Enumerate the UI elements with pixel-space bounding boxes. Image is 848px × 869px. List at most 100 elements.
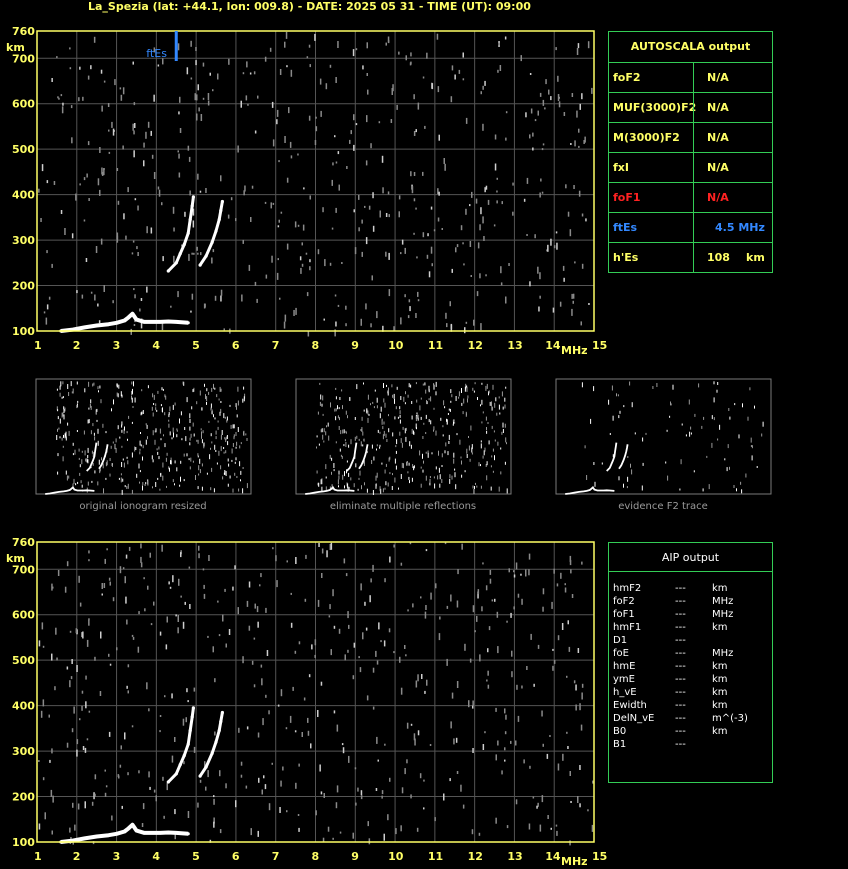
noise-speck xyxy=(106,548,108,551)
thumbnail-speck xyxy=(701,425,703,429)
noise-speck xyxy=(212,646,214,653)
noise-speck xyxy=(338,184,340,191)
noise-speck xyxy=(247,103,249,106)
noise-speck xyxy=(482,85,484,90)
noise-speck xyxy=(202,62,205,67)
noise-speck xyxy=(75,628,78,634)
x-tick-label: 9 xyxy=(351,339,359,352)
noise-speck xyxy=(497,69,499,73)
thumbnail-speck xyxy=(205,394,206,400)
noise-speck xyxy=(528,823,531,830)
thumbnail-speck xyxy=(319,401,321,406)
noise-speck xyxy=(517,593,520,598)
noise-speck xyxy=(528,569,530,576)
thumbnail-speck xyxy=(452,419,454,422)
thumbnail-speck xyxy=(706,455,708,458)
thumbnail-speck xyxy=(435,391,437,396)
trace-point xyxy=(115,832,119,836)
noise-speck xyxy=(41,622,44,630)
thumbnail-speck xyxy=(411,477,413,482)
noise-speck xyxy=(125,235,127,240)
noise-speck xyxy=(284,136,286,143)
thumbnail-speck xyxy=(453,458,455,464)
noise-speck xyxy=(439,616,441,620)
noise-speck xyxy=(384,578,386,583)
noise-speck xyxy=(545,79,547,85)
noise-speck xyxy=(523,198,526,202)
thumbnail-speck xyxy=(239,461,241,467)
thumbnail-speck xyxy=(88,407,90,410)
noise-speck xyxy=(430,206,433,210)
noise-speck xyxy=(571,293,573,299)
noise-speck xyxy=(319,764,321,772)
thumbnail-speck xyxy=(157,451,159,455)
noise-speck xyxy=(465,117,468,124)
noise-speck xyxy=(451,65,454,71)
noise-speck xyxy=(411,186,414,194)
noise-speck xyxy=(500,282,503,286)
noise-speck xyxy=(150,130,152,136)
thumbnail-speck xyxy=(581,382,583,388)
noise-speck xyxy=(511,650,513,657)
thumbnail-speck xyxy=(423,422,425,425)
noise-speck xyxy=(581,93,583,100)
thumbnail-speck xyxy=(72,453,74,456)
thumbnail-speck xyxy=(189,437,191,441)
trace-point xyxy=(188,729,192,733)
thumbnail-speck xyxy=(96,408,98,412)
thumbnail-speck xyxy=(504,423,506,428)
thumbnail-speck xyxy=(487,422,489,424)
thumbnail-speck xyxy=(220,434,222,440)
thumbnail-speck xyxy=(440,417,442,421)
noise-speck xyxy=(211,257,213,264)
noise-speck xyxy=(341,262,343,264)
thumbnail-speck xyxy=(447,451,449,456)
thumbnail-speck xyxy=(750,445,752,447)
thumbnail-speck xyxy=(475,482,476,485)
thumbnail-speck xyxy=(713,397,715,403)
thumbnail-speck xyxy=(231,448,233,454)
noise-speck xyxy=(46,304,49,310)
thumbnail-speck xyxy=(218,450,220,456)
thumbnail-speck xyxy=(226,436,228,440)
aip-key: hmE xyxy=(613,661,636,672)
noise-speck xyxy=(139,308,141,312)
echo-trace xyxy=(198,712,224,777)
noise-speck xyxy=(521,685,523,689)
noise-speck xyxy=(539,92,542,97)
thumbnail-speck xyxy=(713,381,715,385)
thumbnail-speck xyxy=(399,414,401,418)
noise-speck xyxy=(219,770,221,777)
y-tick-label: 400 xyxy=(12,700,35,713)
noise-speck xyxy=(388,628,391,633)
thumbnail-speck xyxy=(214,417,216,420)
thumbnail-speck xyxy=(120,473,122,476)
thumbnail-speck xyxy=(164,412,166,416)
trace-point xyxy=(115,321,119,325)
noise-speck xyxy=(407,609,409,612)
noise-speck xyxy=(70,105,73,109)
thumbnail-speck xyxy=(206,396,208,402)
thumbnail-speck xyxy=(410,384,412,388)
thumbnail-speck xyxy=(171,437,173,440)
trace-point xyxy=(214,740,218,744)
thumbnail-speck xyxy=(492,470,494,473)
thumbnail-speck xyxy=(172,427,174,433)
thumbnail-speck xyxy=(401,462,403,468)
noise-speck xyxy=(562,753,564,761)
thumbnail-speck xyxy=(189,442,191,446)
noise-speck xyxy=(71,137,73,144)
noise-speck xyxy=(186,688,188,693)
noise-speck xyxy=(38,823,41,830)
aip-value: --- xyxy=(675,661,686,672)
noise-speck xyxy=(384,743,386,746)
thumbnail-speck xyxy=(347,483,349,489)
noise-speck xyxy=(318,543,320,547)
thumbnail-speck xyxy=(345,442,347,447)
thumbnail-speck xyxy=(729,416,731,420)
noise-speck xyxy=(550,827,552,830)
trace-point xyxy=(83,325,87,329)
thumbnail-speck xyxy=(220,408,222,413)
thumbnail-speck xyxy=(211,411,213,415)
thumbnail-speck xyxy=(84,388,86,393)
